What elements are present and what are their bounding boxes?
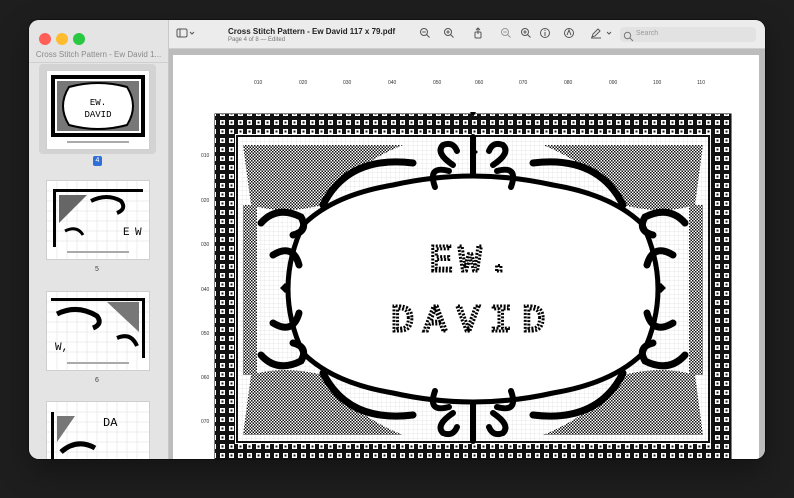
zoom-out-icon[interactable] — [419, 27, 431, 39]
markup-pen-icon[interactable] — [590, 27, 602, 39]
markup-chevron-down-icon[interactable] — [605, 27, 613, 39]
svg-text:E: E — [123, 227, 130, 239]
toolbar: Cross Stitch Pattern - Ew David 117 x 79… — [169, 20, 765, 49]
page-thumbnail-6[interactable]: W, — [46, 291, 150, 371]
sidebar: Cross Stitch Pattern - Ew David 1... EW.… — [29, 20, 169, 459]
page-number-5: 5 — [95, 266, 99, 273]
minimize-button[interactable] — [56, 33, 68, 45]
share-icon[interactable] — [472, 27, 484, 39]
page-number-6: 6 — [95, 377, 99, 384]
pattern-text-line2: DAVID — [391, 300, 555, 343]
page-thumbnail-7[interactable]: DA — [46, 401, 150, 459]
document-title: Cross Stitch Pattern - Ew David 117 x 79… — [228, 27, 396, 36]
close-button[interactable] — [39, 33, 51, 45]
zoom-button[interactable] — [73, 33, 85, 45]
divider — [29, 62, 168, 63]
zoom-in-active-icon[interactable] — [520, 27, 532, 39]
document-subtitle: Page 4 of 8 — Edited — [228, 37, 286, 43]
preview-window: Cross Stitch Pattern - Ew David 1... EW.… — [29, 20, 765, 459]
pdf-page: 010 020 030 040 050 060 070 080 090 100 … — [173, 55, 759, 459]
svg-text:DA: DA — [103, 416, 118, 430]
svg-text:DAVID: DAVID — [84, 110, 111, 120]
sidebar-toggle-icon[interactable] — [176, 27, 188, 39]
svg-text:W,: W, — [55, 342, 68, 354]
svg-text:EW.: EW. — [90, 98, 106, 108]
page-thumbnail-4[interactable]: EW. DAVID — [46, 70, 150, 150]
page-thumbnail-5[interactable]: E W — [46, 180, 150, 260]
sidebar-document-title: Cross Stitch Pattern - Ew David 1... — [35, 50, 162, 59]
central-cartouche — [285, 173, 661, 405]
zoom-out-disabled-icon[interactable] — [500, 27, 512, 39]
search-icon — [623, 29, 634, 47]
cross-stitch-pattern: EW. DAVID — [214, 112, 732, 459]
search-field[interactable]: Search — [620, 27, 756, 42]
pattern-text-line1: EW. — [430, 240, 516, 283]
info-icon[interactable] — [539, 27, 551, 39]
zoom-in-icon[interactable] — [443, 27, 455, 39]
highlight-icon[interactable] — [563, 27, 575, 39]
chevron-down-icon[interactable] — [188, 27, 196, 39]
document-viewer[interactable]: 010 020 030 040 050 060 070 080 090 100 … — [169, 49, 765, 459]
svg-text:W: W — [135, 227, 142, 239]
right-band — [689, 205, 703, 375]
left-band — [243, 205, 257, 375]
search-placeholder: Search — [636, 30, 659, 37]
page-number-4: 4 — [93, 156, 102, 166]
